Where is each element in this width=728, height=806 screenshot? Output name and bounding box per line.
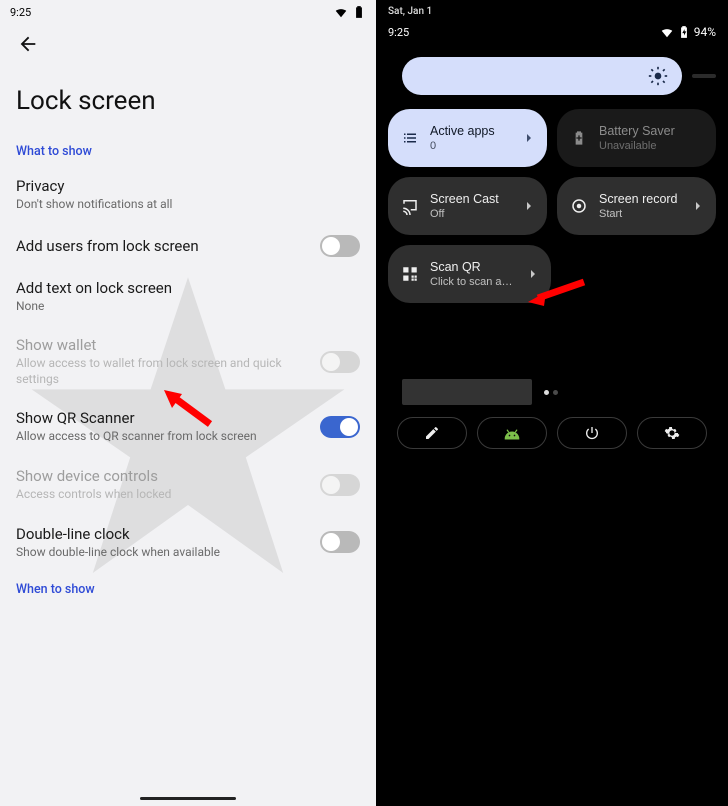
setting-title: Privacy (16, 177, 360, 195)
chevron-right-icon (525, 266, 541, 282)
battery-icon (352, 5, 366, 19)
tile-battery-saver[interactable]: Battery Saver Unavailable (557, 109, 716, 167)
status-time: 9:25 (10, 6, 334, 19)
toggle-double-clock[interactable] (320, 531, 360, 553)
chevron-right-icon (521, 130, 537, 146)
list-icon (400, 128, 420, 148)
toggle-show-wallet (320, 351, 360, 373)
tile-scan-qr[interactable]: Scan QR Click to scan a QR code (388, 245, 551, 303)
settings-lock-screen-panel: 9:25 Lock screen What to show Privacy Do… (0, 0, 376, 806)
pencil-icon (424, 425, 440, 441)
section-what-to-show: What to show (0, 134, 376, 167)
chevron-right-icon (690, 198, 706, 214)
setting-subtitle: Don't show notifications at all (16, 197, 360, 213)
qs-footer-buttons (376, 405, 728, 461)
setting-device-controls: Show device controls Access controls whe… (0, 457, 376, 515)
tile-subtitle: Start (599, 208, 680, 220)
power-button[interactable] (557, 417, 627, 449)
toggle-device-controls (320, 474, 360, 496)
setting-show-wallet: Show wallet Allow access to wallet from … (0, 326, 376, 399)
setting-show-qr-scanner[interactable]: Show QR Scanner Allow access to QR scann… (0, 399, 376, 457)
tile-screen-record[interactable]: Screen record Start (557, 177, 716, 235)
toggle-add-users[interactable] (320, 235, 360, 257)
android-icon (502, 426, 522, 440)
setting-double-line-clock[interactable]: Double-line clock Show double-line clock… (0, 515, 376, 573)
setting-subtitle: Show double-line clock when available (16, 545, 308, 561)
tile-subtitle: 0 (430, 140, 511, 152)
tile-subtitle: Click to scan a QR code (430, 276, 515, 288)
page-dot[interactable] (553, 390, 558, 395)
home-indicator[interactable] (140, 797, 236, 800)
user-button[interactable] (477, 417, 547, 449)
page-dots (544, 390, 558, 395)
quick-settings-panel: Sat, Jan 1 9:25 94% (376, 0, 728, 806)
gear-icon (664, 425, 680, 441)
tile-title: Screen Cast (430, 192, 511, 208)
brightness-slider-row (376, 45, 728, 103)
brightness-slider[interactable] (402, 57, 682, 95)
setting-subtitle: Allow access to wallet from lock screen … (16, 356, 308, 387)
tile-subtitle: Unavailable (599, 140, 706, 152)
setting-privacy[interactable]: Privacy Don't show notifications at all (0, 167, 376, 225)
brightness-remainder[interactable] (692, 74, 716, 78)
qs-date: Sat, Jan 1 (376, 0, 728, 19)
wifi-icon (334, 5, 348, 19)
back-button[interactable] (14, 30, 42, 58)
qr-icon (400, 264, 420, 284)
cast-icon (400, 196, 420, 216)
battery-percentage: 94% (694, 25, 716, 39)
status-bar-left: 9:25 (0, 0, 376, 24)
setting-title: Show QR Scanner (16, 409, 308, 427)
chevron-right-icon (521, 198, 537, 214)
setting-title: Double-line clock (16, 525, 308, 543)
setting-title: Add users from lock screen (16, 237, 308, 255)
tile-subtitle: Off (430, 208, 511, 220)
wifi-icon (660, 25, 674, 39)
setting-title: Show device controls (16, 467, 308, 485)
status-time-right: 9:25 (388, 26, 660, 39)
section-when-to-show: When to show (0, 572, 376, 605)
qs-tiles: Active apps 0 Battery Saver Unavailable (376, 103, 728, 309)
battery-saver-icon (569, 128, 589, 148)
battery-charging-icon (677, 25, 691, 39)
toggle-show-qr[interactable] (320, 416, 360, 438)
tile-screen-cast[interactable]: Screen Cast Off (388, 177, 547, 235)
setting-add-text[interactable]: Add text on lock screen None (0, 269, 376, 327)
tile-title: Scan QR (430, 260, 515, 276)
settings-button[interactable] (637, 417, 707, 449)
setting-title: Add text on lock screen (16, 279, 360, 297)
brightness-icon (648, 66, 668, 86)
tile-title: Screen record (599, 192, 680, 208)
power-icon (584, 425, 600, 441)
setting-subtitle: Allow access to QR scanner from lock scr… (16, 429, 308, 445)
media-placeholder[interactable] (402, 379, 532, 405)
setting-title: Show wallet (16, 336, 308, 354)
record-icon (569, 196, 589, 216)
page-title: Lock screen (0, 58, 376, 134)
tile-active-apps[interactable]: Active apps 0 (388, 109, 547, 167)
arrow-back-icon (17, 33, 39, 55)
status-bar-right: 9:25 94% (376, 19, 728, 45)
setting-subtitle: Access controls when locked (16, 487, 308, 503)
setting-subtitle: None (16, 299, 360, 315)
media-strip (402, 379, 716, 405)
tile-title: Active apps (430, 124, 511, 140)
tile-title: Battery Saver (599, 124, 706, 140)
edit-button[interactable] (397, 417, 467, 449)
setting-add-users[interactable]: Add users from lock screen (0, 225, 376, 269)
page-dot[interactable] (544, 390, 549, 395)
